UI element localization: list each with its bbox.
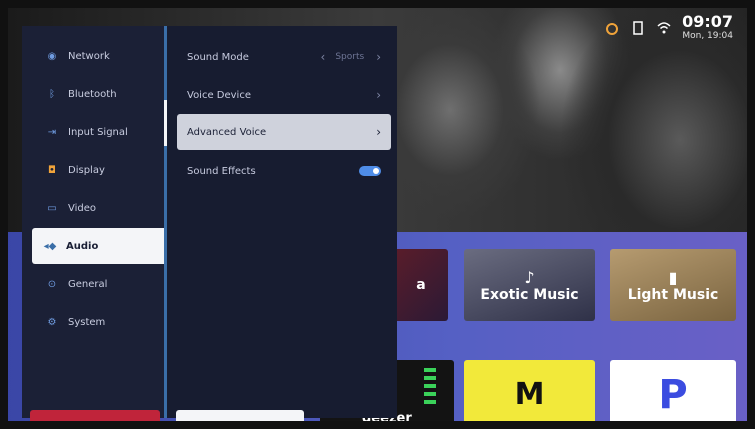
sound-effects-toggle[interactable] <box>359 166 381 176</box>
tile-mtv[interactable]: M <box>464 360 595 429</box>
option-sound-mode[interactable]: Sound Mode ‹ Sports › <box>177 40 391 74</box>
calendar-music-icon: ▮ <box>668 267 678 287</box>
menu-item-label: Display <box>68 164 105 176</box>
menu-item-general[interactable]: ⊙ General <box>34 268 158 300</box>
tile-partial-left[interactable] <box>30 410 160 429</box>
deezer-equalizer-icon <box>424 368 436 408</box>
status-bar: 09:07 Mon, 19:04 <box>604 14 733 41</box>
clock: 09:07 Mon, 19:04 <box>682 14 733 41</box>
option-sound-effects[interactable]: Sound Effects <box>177 154 391 188</box>
chevron-right-icon: › <box>376 125 381 139</box>
menu-item-label: System <box>68 316 106 328</box>
settings-menu: ◉ Network ᛒ Bluetooth ⇥ Input Signal ◘ D… <box>22 26 178 418</box>
clock-date: Mon, 19:04 <box>682 31 733 41</box>
option-voice-device[interactable]: Voice Device › <box>177 78 391 112</box>
menu-item-input-signal[interactable]: ⇥ Input Signal <box>34 116 158 148</box>
menu-item-label: Audio <box>66 240 99 252</box>
menu-item-audio[interactable]: ◂◆ Audio <box>32 228 178 264</box>
wifi-icon <box>656 20 672 36</box>
menu-item-label: Video <box>68 202 97 214</box>
option-value: Sports <box>335 52 365 62</box>
menu-item-system[interactable]: ⚙ System <box>34 306 158 338</box>
tile-partial-label: a <box>416 277 426 293</box>
tile-light-music[interactable]: ▮ Light Music <box>610 249 736 321</box>
menu-item-display[interactable]: ◘ Display <box>34 154 158 186</box>
input-icon: ⇥ <box>47 126 57 138</box>
clock-time: 09:07 <box>682 12 733 31</box>
music-note-icon: ♪ <box>524 267 535 287</box>
tile-pandora[interactable]: P <box>610 360 736 429</box>
audio-icon: ◂◆ <box>43 240 57 252</box>
option-label: Sound Mode <box>187 51 249 63</box>
chevron-left-icon: ‹ <box>320 50 326 64</box>
tile-partial-white[interactable] <box>176 410 304 429</box>
chevron-right-icon: › <box>376 50 381 64</box>
pandora-logo-icon: P <box>658 371 688 418</box>
bluetooth-icon: ᛒ <box>49 88 55 100</box>
general-icon: ⊙ <box>47 278 57 290</box>
tile-exotic-music-label: Exotic Music <box>480 286 579 303</box>
tile-unknown-red[interactable]: a <box>394 249 448 321</box>
mtv-logo-icon: M <box>514 377 545 412</box>
menu-item-video[interactable]: ▭ Video <box>34 192 158 224</box>
option-advanced-voice[interactable]: Advanced Voice › <box>177 114 391 150</box>
display-icon: ◘ <box>48 164 56 176</box>
audio-options-panel: Sound Mode ‹ Sports › Voice Device › Adv… <box>164 26 397 418</box>
menu-item-label: Bluetooth <box>68 88 117 100</box>
chevron-right-icon: › <box>376 88 381 102</box>
tile-light-music-label: Light Music <box>627 286 719 303</box>
tv-screen: 09:07 Mon, 19:04 a ♪ Exotic Music ▮ Ligh… <box>0 0 755 429</box>
menu-item-network[interactable]: ◉ Network <box>34 40 158 72</box>
system-icon: ⚙ <box>47 316 57 328</box>
option-label: Voice Device <box>187 89 251 101</box>
video-icon: ▭ <box>47 202 57 214</box>
network-icon: ◉ <box>47 50 57 62</box>
option-label: Advanced Voice <box>187 126 267 138</box>
sd-card-icon <box>630 20 646 36</box>
notification-icon <box>604 20 620 36</box>
option-label: Sound Effects <box>187 165 256 177</box>
menu-item-label: General <box>68 278 108 290</box>
menu-item-label: Input Signal <box>68 126 128 138</box>
menu-item-bluetooth[interactable]: ᛒ Bluetooth <box>34 78 158 110</box>
menu-item-label: Network <box>68 50 110 62</box>
tile-exotic-music[interactable]: ♪ Exotic Music <box>464 249 595 321</box>
focus-indicator <box>164 100 167 146</box>
